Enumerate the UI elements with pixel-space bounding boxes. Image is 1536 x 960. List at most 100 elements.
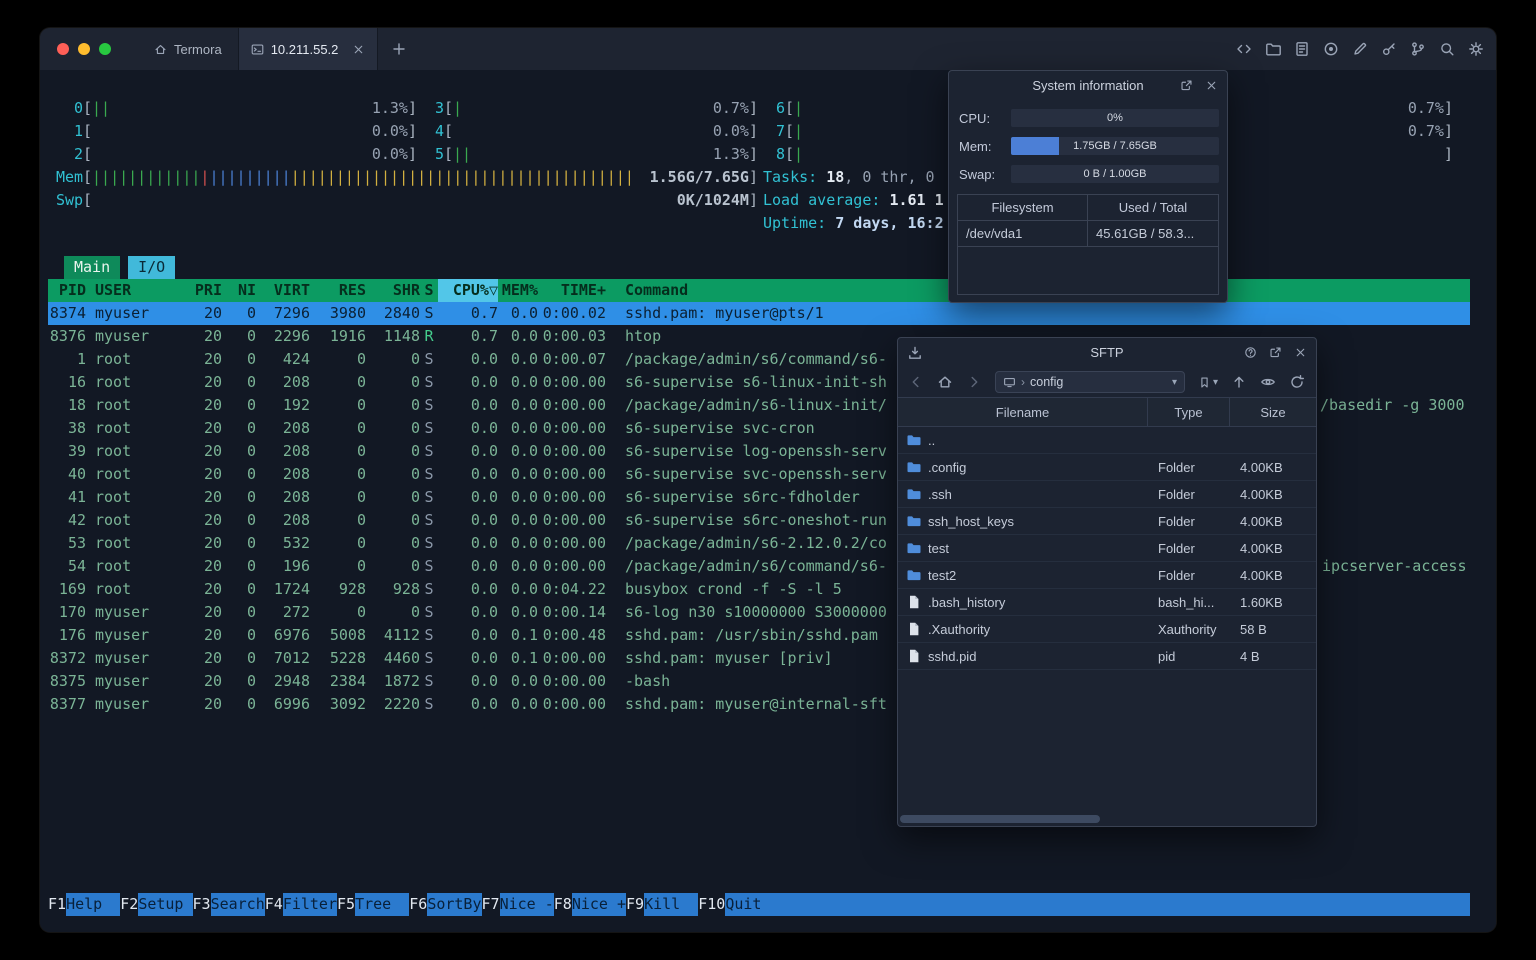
file-name: sshd.pid [928, 648, 977, 664]
file-row[interactable]: sshd.pid pid 4 B [898, 643, 1316, 670]
scrollbar-thumb[interactable] [900, 815, 1100, 823]
close-icon[interactable] [1205, 79, 1218, 92]
bookmarks-button[interactable]: ▾ [1198, 376, 1218, 389]
open-in-window-icon[interactable] [1180, 79, 1193, 92]
function-key[interactable]: F3 Search [193, 893, 265, 916]
file-icon [906, 594, 922, 610]
open-in-window-icon[interactable] [1269, 346, 1282, 359]
file-row[interactable]: .ssh Folder 4.00KB [898, 481, 1316, 508]
function-key[interactable]: F10 Quit [698, 893, 762, 916]
close-window-button[interactable] [57, 43, 69, 55]
file-size: 4.00KB [1240, 567, 1283, 583]
current-directory[interactable]: config [1030, 375, 1063, 389]
cpu-meter-label: 8 [775, 145, 785, 163]
function-key[interactable]: F7 Nice - [482, 893, 554, 916]
search-icon[interactable] [1439, 41, 1455, 57]
transfers-icon[interactable] [907, 338, 923, 367]
cpu-meter-label: 0 [73, 99, 83, 117]
file-name: .Xauthority [928, 621, 991, 637]
file-row[interactable]: .Xauthority Xauthority 58 B [898, 616, 1316, 643]
zoom-window-button[interactable] [99, 43, 111, 55]
column-virt[interactable]: VIRT [256, 279, 310, 302]
tab-termora-home[interactable]: Termora [138, 28, 238, 70]
file-row[interactable]: test2 Folder 4.00KB [898, 562, 1316, 589]
function-key[interactable]: F5 Tree [337, 893, 410, 916]
filesystem-row[interactable]: /dev/vda1 45.61GB / 58.3... [958, 221, 1218, 247]
tab-session-10-211-55-2[interactable]: 10.211.55.2 [237, 28, 379, 70]
column-user[interactable]: USER [95, 279, 180, 302]
cpu-stat-row: CPU: 0% [959, 104, 1219, 132]
show-hidden-files-button[interactable] [1260, 374, 1276, 390]
close-tab-icon[interactable] [352, 43, 365, 56]
file-size: 4.00KB [1240, 540, 1283, 556]
file-size: 4.00KB [1240, 513, 1283, 529]
process-table-header[interactable]: PID USER PRI NI VIRT RES SHR S CPU%▽ MEM… [48, 279, 1470, 302]
load-average-summary: Load average: 1.61 1 [763, 191, 944, 209]
cpu-meter-percent: 1.3% [371, 99, 408, 117]
htop-tab-io[interactable]: I/O [128, 256, 176, 279]
cpu-meter: 2[0.0%] [56, 143, 417, 166]
horizontal-scrollbar[interactable] [900, 815, 1314, 823]
code-snippets-icon[interactable] [1236, 41, 1252, 57]
column-res[interactable]: RES [310, 279, 366, 302]
function-key[interactable]: F8 Nice + [554, 893, 626, 916]
column-type[interactable]: Type [1148, 398, 1230, 426]
htop-view-tabs: Main I/O [64, 256, 176, 279]
column-state[interactable]: S [420, 279, 438, 302]
record-icon[interactable] [1323, 41, 1339, 57]
new-tab-button[interactable] [386, 36, 412, 62]
back-button[interactable] [908, 374, 924, 390]
function-key[interactable]: F1 Help [48, 893, 121, 916]
file-table-header: Filename Type Size [898, 397, 1316, 427]
settings-gear-icon[interactable] [1468, 41, 1484, 57]
forward-button[interactable] [966, 374, 982, 390]
file-name: .. [928, 432, 936, 448]
file-row[interactable]: .bash_history bash_hi... 1.60KB [898, 589, 1316, 616]
memory-meter-label: Mem [56, 168, 84, 186]
cpu-meter-label: 2 [73, 145, 83, 163]
git-branch-icon[interactable] [1410, 41, 1426, 57]
edit-icon[interactable] [1352, 41, 1368, 57]
close-icon[interactable] [1294, 346, 1307, 359]
tab-label: Termora [174, 41, 222, 57]
cpu-meter-percent: 0.0% [371, 145, 408, 163]
column-filename[interactable]: Filename [898, 398, 1148, 426]
swap-usage-bar: 0 B / 1.00GB [1011, 165, 1219, 183]
function-key[interactable]: F2 Setup [120, 893, 193, 916]
cpu-meter-bars: | [794, 145, 804, 163]
help-icon[interactable] [1244, 346, 1257, 359]
terminal-icon [251, 43, 264, 56]
cpu-usage-bar: 0% [1011, 109, 1219, 127]
column-cpu-sort[interactable]: CPU%▽ [438, 279, 498, 302]
log-icon[interactable] [1294, 41, 1310, 57]
function-key[interactable]: F4 Filter [265, 893, 337, 916]
column-shr[interactable]: SHR [366, 279, 420, 302]
path-bar[interactable]: › config ▾ [995, 371, 1185, 393]
file-row[interactable]: .. [898, 427, 1316, 454]
sort-indicator-icon: ▽ [488, 281, 498, 299]
folder-icon [906, 567, 922, 583]
folder-icon[interactable] [1265, 41, 1281, 57]
file-row[interactable]: ssh_host_keys Folder 4.00KB [898, 508, 1316, 535]
column-ni[interactable]: NI [222, 279, 256, 302]
column-mem[interactable]: MEM% [498, 279, 538, 302]
process-row[interactable]: 8374 myuser 20 0 7296 3980 2840 S 0.7 0.… [48, 302, 1470, 325]
htop-tab-main[interactable]: Main [64, 256, 121, 279]
swap-meter: Swp[0K/1024M] [56, 189, 758, 212]
column-pri[interactable]: PRI [180, 279, 222, 302]
home-button[interactable] [937, 374, 953, 390]
function-key[interactable]: F6 SortBy [409, 893, 482, 916]
minimize-window-button[interactable] [78, 43, 90, 55]
column-pid[interactable]: PID [48, 279, 86, 302]
column-time[interactable]: TIME+ [538, 279, 606, 302]
key-icon[interactable] [1381, 41, 1397, 57]
file-name: test2 [928, 567, 957, 583]
uptime-line: Uptime: 7 days, 16:2 [56, 212, 1453, 235]
file-row[interactable]: test Folder 4.00KB [898, 535, 1316, 562]
chevron-down-icon[interactable]: ▾ [1172, 377, 1177, 388]
refresh-button[interactable] [1289, 374, 1305, 390]
parent-directory-button[interactable] [1231, 374, 1247, 390]
file-row[interactable]: .config Folder 4.00KB [898, 454, 1316, 481]
column-size[interactable]: Size [1230, 398, 1316, 426]
function-key[interactable]: F9 Kill [626, 893, 699, 916]
